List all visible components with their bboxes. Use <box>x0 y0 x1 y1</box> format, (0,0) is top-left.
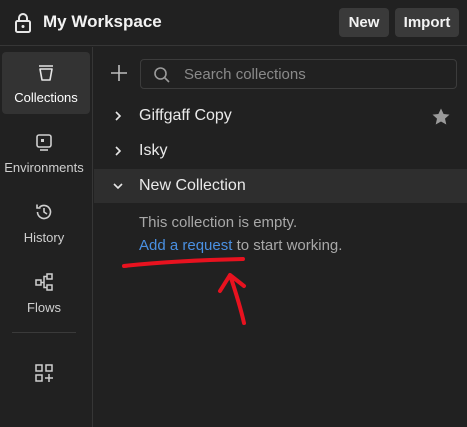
history-icon <box>36 204 52 220</box>
sidebar-item-collections[interactable]: Collections <box>2 52 90 114</box>
collection-row[interactable]: Giffgaff Copy <box>94 99 467 133</box>
collection-name[interactable]: Giffgaff Copy <box>139 107 232 125</box>
sidebar-item-flows[interactable]: Flows <box>0 262 88 324</box>
flows-icon <box>35 273 53 291</box>
collections-panel: Giffgaff Copy Isky New Collection This c… <box>94 47 467 427</box>
lock-icon <box>15 13 31 33</box>
collection-row[interactable]: Isky <box>94 134 467 168</box>
chevron-down-icon[interactable] <box>112 180 124 192</box>
add-widget-icon[interactable] <box>33 362 55 384</box>
sidebar-item-label: Flows <box>27 300 61 315</box>
chevron-right-icon[interactable] <box>112 145 124 157</box>
empty-collection-message: This collection is empty. <box>139 214 298 231</box>
star-icon[interactable] <box>431 107 451 127</box>
environments-icon <box>36 134 52 151</box>
collections-icon <box>39 65 53 81</box>
add-request-line: Add a request to start working. <box>139 237 342 254</box>
sidebar-item-label: Collections <box>14 90 78 105</box>
collection-name[interactable]: New Collection <box>139 177 246 195</box>
search-box[interactable] <box>140 59 457 89</box>
workspace-header: My Workspace New Import <box>0 0 467 46</box>
new-button[interactable]: New <box>339 8 389 37</box>
collection-name[interactable]: Isky <box>139 142 167 160</box>
sidebar-item-history[interactable]: History <box>0 192 88 254</box>
sidebar-rail: Collections Environments History Flows <box>0 47 93 427</box>
collection-row[interactable]: New Collection <box>94 169 467 203</box>
sidebar-item-environments[interactable]: Environments <box>0 122 88 184</box>
sidebar-item-label: History <box>23 230 65 245</box>
add-request-suffix: to start working. <box>232 237 343 254</box>
search-icon <box>154 67 170 83</box>
search-input[interactable] <box>182 60 452 88</box>
workspace-title[interactable]: My Workspace <box>43 12 162 32</box>
plus-icon[interactable] <box>110 64 128 82</box>
chevron-right-icon[interactable] <box>112 110 124 122</box>
sidebar-divider <box>12 332 76 333</box>
add-request-link[interactable]: Add a request <box>139 237 232 254</box>
sidebar-item-label: Environments <box>4 160 84 175</box>
import-button[interactable]: Import <box>395 8 459 37</box>
